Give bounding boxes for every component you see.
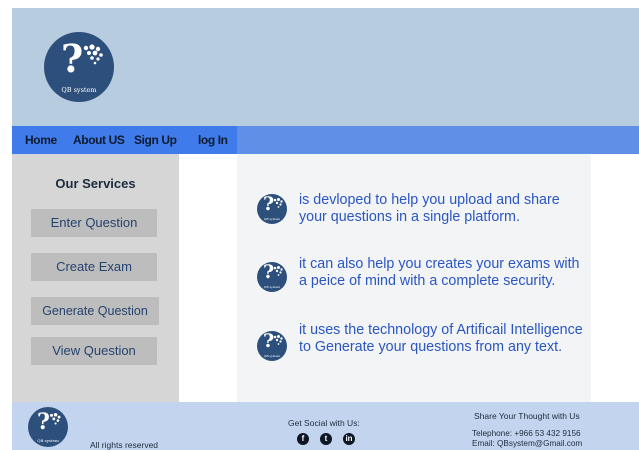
linkedin-icon[interactable]: in	[343, 433, 355, 445]
nav-home[interactable]: Home	[25, 126, 57, 154]
facebook-icon[interactable]: f	[297, 433, 309, 445]
footer-logo: ? QB system	[28, 407, 68, 447]
email-text[interactable]: Email: QBsystem@Gmail.com	[472, 439, 582, 448]
enter-question-button[interactable]: Enter Question	[31, 209, 157, 237]
nav-sign-up[interactable]: Sign Up	[134, 126, 177, 154]
spacer	[179, 154, 237, 402]
nav-about-us[interactable]: About US	[73, 126, 125, 154]
view-question-button[interactable]: View Question	[31, 337, 157, 365]
telephone-text: Telephone: +966 53 432 9156	[472, 429, 581, 438]
services-title: Our Services	[55, 176, 136, 191]
header: ? QB system	[12, 8, 639, 126]
logo-text: QB system	[61, 86, 97, 94]
copyright-text: All rights reserved	[90, 440, 159, 450]
dots-icon	[83, 44, 103, 65]
qb-logo-icon: ? QB system	[257, 262, 287, 292]
nav-bar: Home About US Sign Up log In	[12, 126, 639, 154]
create-exam-button[interactable]: Create Exam	[31, 253, 157, 281]
qb-logo-icon: ? QB system	[257, 331, 287, 361]
footer: ? QB system All rights reserved Get Soci…	[12, 402, 639, 450]
feature-text-3: it uses the technology of Artificail Int…	[299, 322, 583, 355]
generate-question-button[interactable]: Generate Question	[31, 297, 159, 325]
qb-system-logo[interactable]: ? QB system	[44, 32, 114, 102]
twitter-icon[interactable]: t	[320, 433, 332, 445]
share-title: Share Your Thought with Us	[474, 411, 580, 421]
right-margin	[591, 154, 639, 402]
features-panel: ? QB system is devloped to help you uplo…	[237, 154, 591, 402]
social-title: Get Social with Us:	[288, 418, 360, 428]
nav-log-in[interactable]: log In	[198, 126, 228, 154]
qb-logo-icon: ? QB system	[257, 194, 287, 224]
nav-menu: Home About US Sign Up log In	[12, 126, 237, 154]
feature-text-1: is devloped to help you upload and share…	[299, 192, 560, 225]
feature-text-2: it can also help you creates your exams …	[299, 256, 580, 289]
services-sidebar: Our Services Enter Question Create Exam …	[12, 154, 179, 402]
